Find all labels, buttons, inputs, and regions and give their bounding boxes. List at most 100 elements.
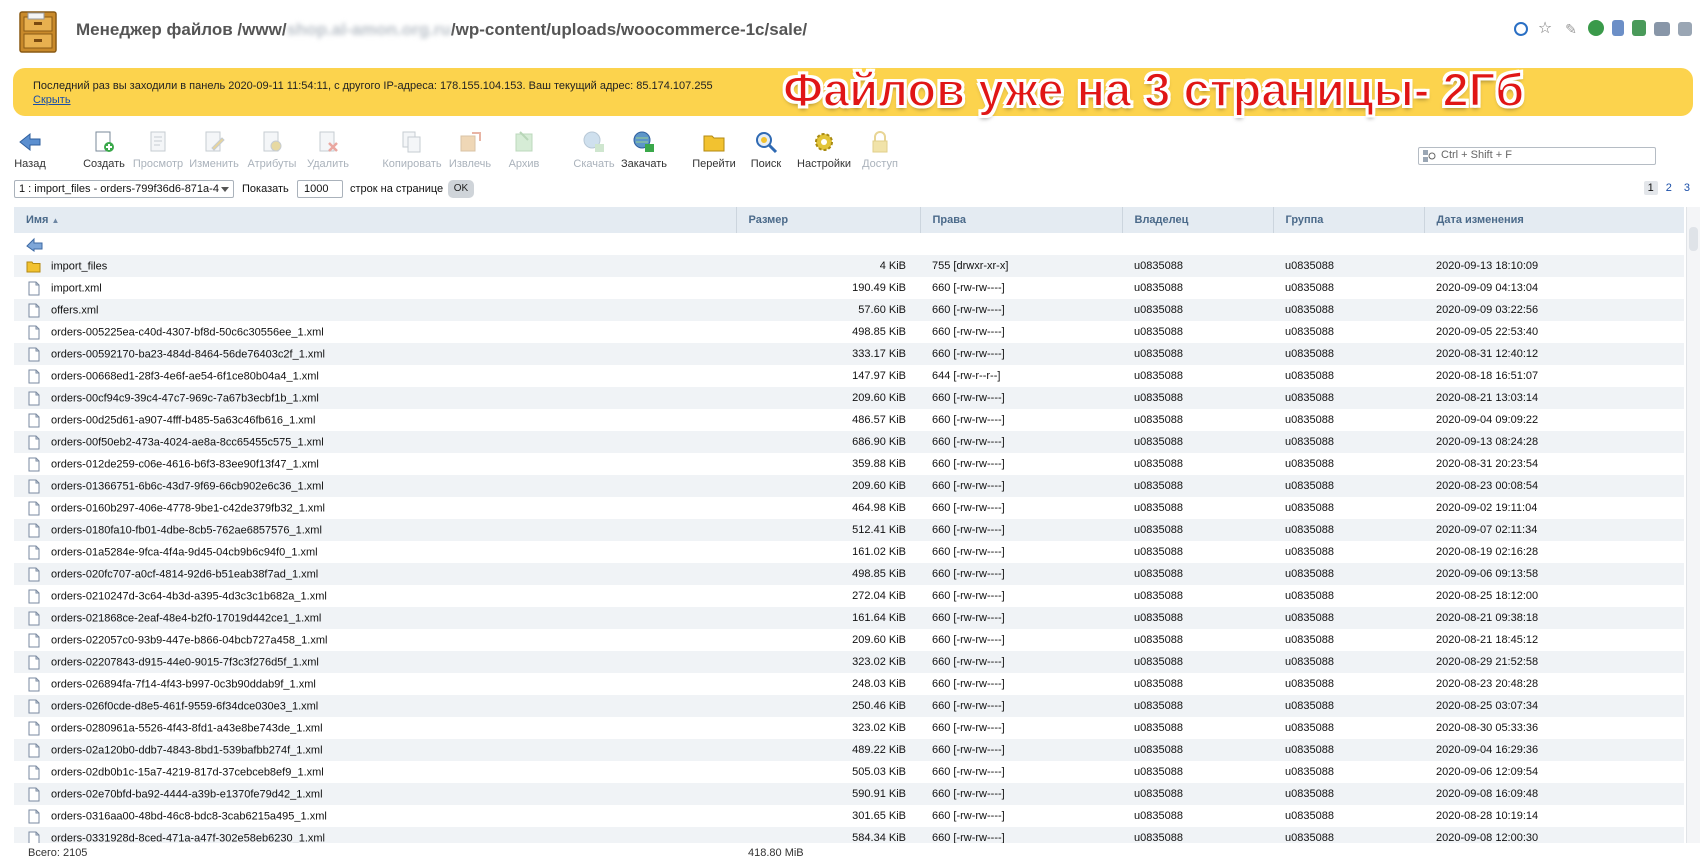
table-row[interactable]: orders-012de259-c06e-4616-b6f3-83ee90f13… <box>14 453 1684 475</box>
search-button[interactable]: Поиск <box>734 130 798 170</box>
edit-button[interactable]: Изменить <box>182 130 246 170</box>
attributes-button[interactable]: Атрибуты <box>240 130 304 170</box>
file-owner: u0835088 <box>1122 431 1273 453</box>
file-size: 57.60 KiB <box>736 299 920 321</box>
file-name-cell[interactable]: orders-02db0b1c-15a7-4219-817d-37cebceb8… <box>14 761 736 783</box>
table-row[interactable]: orders-00f50eb2-473a-4024-ae8a-8cc65455c… <box>14 431 1684 453</box>
column-name[interactable]: Имя ▲ <box>14 207 737 233</box>
file-name-cell[interactable]: orders-00592170-ba23-484d-8464-56de76403… <box>14 343 736 365</box>
file-name-cell[interactable]: orders-0331928d-8ced-471a-a47f-302e58eb6… <box>14 827 736 843</box>
rows-per-page-input[interactable]: 1000 <box>297 180 343 198</box>
file-name-cell[interactable]: orders-012de259-c06e-4616-b6f3-83ee90f13… <box>14 453 736 475</box>
document-icon[interactable] <box>1612 20 1624 36</box>
table-row[interactable]: orders-00668ed1-28f3-4e6f-ae54-6f1ce80b0… <box>14 365 1684 387</box>
table-row[interactable]: orders-01366751-6b6c-43d7-9f69-66cb902e6… <box>14 475 1684 497</box>
file-name-cell[interactable]: orders-02e70bfd-ba92-4444-a39b-e1370fe79… <box>14 783 736 805</box>
table-row[interactable]: orders-0180fa10-fb01-4dbe-8cb5-762ae6857… <box>14 519 1684 541</box>
archive-button[interactable]: Архив <box>492 130 556 170</box>
hide-link[interactable]: Скрыть <box>33 94 71 106</box>
file-name-cell[interactable]: orders-00cf94c9-39c4-47c7-969c-7a67b3ecb… <box>14 387 736 409</box>
page-3-link[interactable]: 3 <box>1680 181 1694 195</box>
file-name-cell[interactable]: import_files <box>14 255 736 277</box>
table-row[interactable]: offers.xml 57.60 KiB 660 [-rw-rw----] u0835… <box>14 299 1684 321</box>
table-row[interactable]: orders-02db0b1c-15a7-4219-817d-37cebceb8… <box>14 761 1684 783</box>
globe-icon[interactable] <box>1588 20 1604 36</box>
file-name-cell[interactable]: orders-0180fa10-fb01-4dbe-8cb5-762ae6857… <box>14 519 736 541</box>
column-size[interactable]: Размер <box>736 207 921 233</box>
table-row[interactable]: orders-02207843-d915-44e0-9015-7f3c3f276… <box>14 651 1684 673</box>
vertical-scrollbar[interactable] <box>1686 207 1700 843</box>
file-name-cell[interactable]: orders-026f0cde-d8e5-461f-9559-6f34dce03… <box>14 695 736 717</box>
column-owner[interactable]: Владелец <box>1122 207 1274 233</box>
scrollbar-thumb[interactable] <box>1689 227 1698 251</box>
table-row[interactable]: orders-0280961a-5526-4f43-8fd1-a43e8be74… <box>14 717 1684 739</box>
table-row[interactable]: orders-02e70bfd-ba92-4444-a39b-e1370fe79… <box>14 783 1684 805</box>
table-row[interactable]: orders-026894fa-7f14-4f43-b997-0c3b90dda… <box>14 673 1684 695</box>
column-group[interactable]: Группа <box>1273 207 1425 233</box>
file-name-cell[interactable]: orders-0160b297-406e-4778-9be1-c42de379f… <box>14 497 736 519</box>
delete-label: Удалить <box>307 158 349 170</box>
table-row[interactable]: orders-00d25d61-a907-4fff-b485-5a63c46fb… <box>14 409 1684 431</box>
file-name-cell[interactable]: orders-021868ce-2eaf-48e4-b2f0-17019d442… <box>14 607 736 629</box>
file-size: 161.64 KiB <box>736 607 920 629</box>
table-row[interactable]: orders-026f0cde-d8e5-461f-9559-6f34dce03… <box>14 695 1684 717</box>
file-name-cell[interactable]: orders-00f50eb2-473a-4024-ae8a-8cc65455c… <box>14 431 736 453</box>
column-rights[interactable]: Права <box>920 207 1123 233</box>
table-row[interactable]: orders-00cf94c9-39c4-47c7-969c-7a67b3ecb… <box>14 387 1684 409</box>
file-name-cell[interactable]: import.xml <box>14 277 736 299</box>
file-name-cell[interactable]: offers.xml <box>14 299 736 321</box>
table-row[interactable]: orders-0331928d-8ced-471a-a47f-302e58eb6… <box>14 827 1684 843</box>
spreadsheet-icon[interactable] <box>1632 20 1646 36</box>
grid-icon[interactable] <box>1678 22 1692 36</box>
file-name-cell[interactable]: orders-020fc707-a0cf-4814-92d6-b51eab38f… <box>14 563 736 585</box>
table-row[interactable]: orders-02a120b0-ddb7-4843-8bd1-539bafbb2… <box>14 739 1684 761</box>
star-icon[interactable]: ☆ <box>1536 20 1554 38</box>
path-select[interactable]: 1 : import_files - orders-799f36d6-871a-… <box>14 180 234 198</box>
back-button[interactable]: Назад <box>0 130 62 170</box>
refresh-icon[interactable] <box>1514 22 1528 36</box>
table-row[interactable]: orders-01a5284e-9fca-4f4a-9d45-04cb9b6c9… <box>14 541 1684 563</box>
pin-icon[interactable]: ✎ <box>1562 20 1580 38</box>
file-name-cell[interactable]: orders-005225ea-c40d-4307-bf8d-50c6c3055… <box>14 321 736 343</box>
table-row[interactable]: orders-005225ea-c40d-4307-bf8d-50c6c3055… <box>14 321 1684 343</box>
file-name-cell[interactable]: orders-02a120b0-ddb7-4843-8bd1-539bafbb2… <box>14 739 736 761</box>
file-name-cell[interactable]: orders-01a5284e-9fca-4f4a-9d45-04cb9b6c9… <box>14 541 736 563</box>
file-owner: u0835088 <box>1122 827 1273 843</box>
file-name-cell[interactable]: orders-0210247d-3c64-4b3d-a395-4d3c3c1b6… <box>14 585 736 607</box>
print-icon[interactable] <box>1654 22 1670 36</box>
file-name-cell[interactable]: orders-0280961a-5526-4f43-8fd1-a43e8be74… <box>14 717 736 739</box>
file-name: orders-01366751-6b6c-43d7-9f69-66cb902e6… <box>51 480 324 492</box>
table-row[interactable]: orders-00592170-ba23-484d-8464-56de76403… <box>14 343 1684 365</box>
table-row[interactable]: import_files 4 KiB 755 [drwxr-xr-x] u083508… <box>14 255 1684 277</box>
copy-button[interactable]: Копировать <box>380 130 444 170</box>
delete-button[interactable]: Удалить <box>296 130 360 170</box>
settings-button[interactable]: Настройки <box>792 130 856 170</box>
ok-button[interactable]: OK <box>448 180 474 198</box>
quick-search-input[interactable]: Ctrl + Shift + F <box>1418 147 1656 165</box>
page-2-link[interactable]: 2 <box>1662 181 1676 195</box>
file-rights: 660 [-rw-rw----] <box>932 282 1005 294</box>
file-size: 333.17 KiB <box>736 343 920 365</box>
access-button[interactable]: Доступ <box>848 130 912 170</box>
parent-dir-row[interactable] <box>14 233 1684 255</box>
table-row[interactable]: orders-020fc707-a0cf-4814-92d6-b51eab38f… <box>14 563 1684 585</box>
table-row[interactable]: orders-022057c0-93b9-447e-b866-04bcb727a… <box>14 629 1684 651</box>
table-row[interactable]: orders-0316aa00-48bd-46c8-bdc8-3cab6215a… <box>14 805 1684 827</box>
file-name-cell[interactable]: orders-026894fa-7f14-4f43-b997-0c3b90dda… <box>14 673 736 695</box>
file-name-cell[interactable]: orders-022057c0-93b9-447e-b866-04bcb727a… <box>14 629 736 651</box>
file-rights: 660 [-rw-rw----] <box>932 546 1005 558</box>
file-name-cell[interactable]: orders-02207843-d915-44e0-9015-7f3c3f276… <box>14 651 736 673</box>
file-name-cell[interactable]: orders-00d25d61-a907-4fff-b485-5a63c46fb… <box>14 409 736 431</box>
view-button[interactable]: Просмотр <box>126 130 190 170</box>
upload-button[interactable]: Закачать <box>612 130 676 170</box>
table-row[interactable]: orders-0210247d-3c64-4b3d-a395-4d3c3c1b6… <box>14 585 1684 607</box>
table-row[interactable]: orders-021868ce-2eaf-48e4-b2f0-17019d442… <box>14 607 1684 629</box>
column-modified[interactable]: Дата изменения <box>1424 207 1684 233</box>
file-name: orders-026f0cde-d8e5-461f-9559-6f34dce03… <box>51 700 319 712</box>
table-row[interactable]: import.xml 190.49 KiB 660 [-rw-rw----] u083… <box>14 277 1684 299</box>
table-row[interactable]: orders-0160b297-406e-4778-9be1-c42de379f… <box>14 497 1684 519</box>
file-name-cell[interactable]: orders-00668ed1-28f3-4e6f-ae54-6f1ce80b0… <box>14 365 736 387</box>
file-name-cell[interactable]: orders-0316aa00-48bd-46c8-bdc8-3cab6215a… <box>14 805 736 827</box>
page-1-link[interactable]: 1 <box>1643 181 1658 195</box>
file-name-cell[interactable]: orders-01366751-6b6c-43d7-9f69-66cb902e6… <box>14 475 736 497</box>
